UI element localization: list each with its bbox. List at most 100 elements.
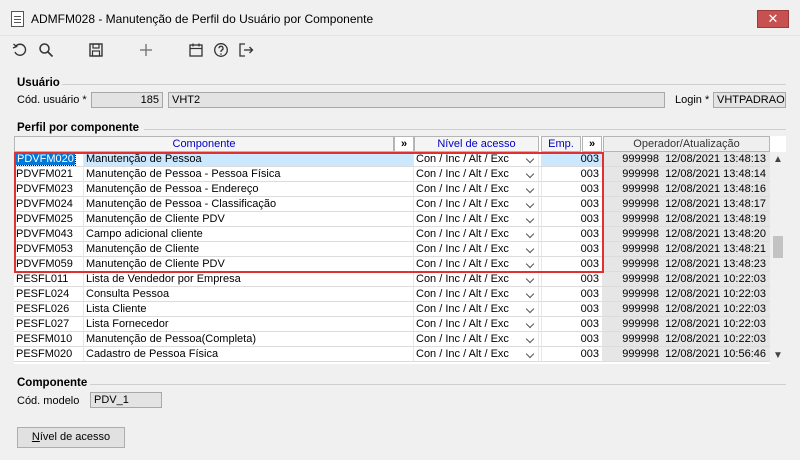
cell-component-code[interactable]: PDVFM023 xyxy=(14,182,84,197)
table-row[interactable]: PDVFM020 Manutenção de Pessoa Con / Inc / … xyxy=(14,152,770,167)
cell-empresa[interactable]: 003 xyxy=(541,272,603,287)
chevron-down-icon[interactable] xyxy=(525,184,535,194)
nivel-acesso-button[interactable]: Nível de acesso xyxy=(17,427,125,448)
search-icon[interactable] xyxy=(36,40,56,60)
table-row[interactable]: PDVFM023 Manutenção de Pessoa - Endereço C… xyxy=(14,182,770,197)
cell-empresa[interactable]: 003 xyxy=(541,152,603,167)
cell-nivel-acesso-select[interactable]: Con / Inc / Alt / Exc xyxy=(414,287,539,302)
table-row[interactable]: PESFM020 Cadastro de Pessoa Física Con / I… xyxy=(14,347,770,362)
chevron-down-icon[interactable] xyxy=(525,289,535,299)
table-row[interactable]: PDVFM024 Manutenção de Pessoa - Classific… xyxy=(14,197,770,212)
chevron-down-icon[interactable] xyxy=(525,244,535,254)
cell-component-name[interactable]: Cadastro de Pessoa Física xyxy=(84,347,414,362)
grid-scrollbar[interactable]: ▲ ▼ xyxy=(770,152,786,364)
cell-component-code[interactable]: PDVFM024 xyxy=(14,197,84,212)
model-code-field[interactable]: PDV_1 xyxy=(90,392,162,408)
cell-component-code[interactable]: PDVFM053 xyxy=(14,242,84,257)
cell-nivel-acesso-select[interactable]: Con / Inc / Alt / Exc xyxy=(414,182,539,197)
cell-empresa[interactable]: 003 xyxy=(541,212,603,227)
expand-columns-button[interactable]: » xyxy=(394,136,414,152)
cell-nivel-acesso-select[interactable]: Con / Inc / Alt / Exc xyxy=(414,272,539,287)
cell-empresa[interactable]: 003 xyxy=(541,242,603,257)
cell-component-code[interactable]: PESFL027 xyxy=(14,317,84,332)
cell-component-code[interactable]: PESFL024 xyxy=(14,287,84,302)
save-icon[interactable] xyxy=(86,40,106,60)
cell-component-name[interactable]: Manutenção de Cliente PDV xyxy=(84,212,414,227)
cell-component-name[interactable]: Manutenção de Cliente xyxy=(84,242,414,257)
cell-component-name[interactable]: Manutenção de Pessoa(Completa) xyxy=(84,332,414,347)
cell-nivel-acesso-select[interactable]: Con / Inc / Alt / Exc xyxy=(414,167,539,182)
close-button[interactable]: ✕ xyxy=(757,10,789,28)
cell-component-code[interactable]: PESFM010 xyxy=(14,332,84,347)
table-row[interactable]: PDVFM025 Manutenção de Cliente PDV Con / I… xyxy=(14,212,770,227)
header-nivel-acesso[interactable]: Nível de acesso xyxy=(414,136,539,152)
cell-empresa[interactable]: 003 xyxy=(541,227,603,242)
cell-component-code[interactable]: PESFL011 xyxy=(14,272,84,287)
chevron-down-icon[interactable] xyxy=(525,274,535,284)
cell-component-code[interactable]: PESFL026 xyxy=(14,302,84,317)
header-emp[interactable]: Emp. xyxy=(541,136,581,152)
table-row[interactable]: PESFL024 Consulta Pessoa Con / Inc / Alt /… xyxy=(14,287,770,302)
expand-emp-button[interactable]: » xyxy=(582,136,602,152)
cell-component-name[interactable]: Manutenção de Pessoa - Classificação xyxy=(84,197,414,212)
cell-component-code[interactable]: PDVFM025 xyxy=(14,212,84,227)
chevron-down-icon[interactable] xyxy=(525,259,535,269)
cell-empresa[interactable]: 003 xyxy=(541,332,603,347)
cell-component-name[interactable]: Campo adicional cliente xyxy=(84,227,414,242)
cell-component-name[interactable]: Manutenção de Cliente PDV xyxy=(84,257,414,272)
table-row[interactable]: PESFL026 Lista Cliente Con / Inc / Alt / E… xyxy=(14,302,770,317)
cell-nivel-acesso-select[interactable]: Con / Inc / Alt / Exc xyxy=(414,197,539,212)
scroll-up-arrow-icon[interactable]: ▲ xyxy=(770,152,786,168)
table-row[interactable]: PESFM010 Manutenção de Pessoa(Completa) Co… xyxy=(14,332,770,347)
cell-component-name[interactable]: Manutenção de Pessoa xyxy=(84,152,414,167)
chevron-down-icon[interactable] xyxy=(525,349,535,359)
cell-component-code[interactable]: PDVFM043 xyxy=(14,227,84,242)
cell-nivel-acesso-select[interactable]: Con / Inc / Alt / Exc xyxy=(414,212,539,227)
table-row[interactable]: PDVFM059 Manutenção de Cliente PDV Con / I… xyxy=(14,257,770,272)
cell-component-name[interactable]: Manutenção de Pessoa - Pessoa Física xyxy=(84,167,414,182)
cell-nivel-acesso-select[interactable]: Con / Inc / Alt / Exc xyxy=(414,317,539,332)
user-name-field[interactable]: VHT2 xyxy=(168,92,665,108)
scroll-thumb[interactable] xyxy=(773,236,783,258)
cell-component-name[interactable]: Lista Fornecedor xyxy=(84,317,414,332)
cell-empresa[interactable]: 003 xyxy=(541,167,603,182)
chevron-down-icon[interactable] xyxy=(525,214,535,224)
cell-component-name[interactable]: Lista Cliente xyxy=(84,302,414,317)
cell-nivel-acesso-select[interactable]: Con / Inc / Alt / Exc xyxy=(414,257,539,272)
cell-nivel-acesso-select[interactable]: Con / Inc / Alt / Exc xyxy=(414,227,539,242)
table-row[interactable]: PDVFM043 Campo adicional cliente Con / Inc… xyxy=(14,227,770,242)
user-code-field[interactable]: 185 xyxy=(91,92,163,108)
table-row[interactable]: PESFL011 Lista de Vendedor por Empresa Con… xyxy=(14,272,770,287)
cell-empresa[interactable]: 003 xyxy=(541,197,603,212)
chevron-down-icon[interactable] xyxy=(525,199,535,209)
cell-empresa[interactable]: 003 xyxy=(541,287,603,302)
header-componente[interactable]: Componente xyxy=(14,136,394,152)
table-row[interactable]: PDVFM053 Manutenção de Cliente Con / Inc /… xyxy=(14,242,770,257)
chevron-down-icon[interactable] xyxy=(525,334,535,344)
chevron-down-icon[interactable] xyxy=(525,169,535,179)
cell-component-name[interactable]: Lista de Vendedor por Empresa xyxy=(84,272,414,287)
chevron-down-icon[interactable] xyxy=(525,154,535,164)
calendar-icon[interactable] xyxy=(186,40,206,60)
cell-nivel-acesso-select[interactable]: Con / Inc / Alt / Exc xyxy=(414,242,539,257)
cell-nivel-acesso-select[interactable]: Con / Inc / Alt / Exc xyxy=(414,332,539,347)
cell-nivel-acesso-select[interactable]: Con / Inc / Alt / Exc xyxy=(414,347,539,362)
cell-empresa[interactable]: 003 xyxy=(541,317,603,332)
cell-empresa[interactable]: 003 xyxy=(541,347,603,362)
cell-nivel-acesso-select[interactable]: Con / Inc / Alt / Exc xyxy=(414,152,539,167)
login-field[interactable]: VHTPADRAO2 xyxy=(713,92,786,108)
cell-empresa[interactable]: 003 xyxy=(541,302,603,317)
cell-component-code[interactable]: PDVFM021 xyxy=(14,167,84,182)
table-row[interactable]: PDVFM021 Manutenção de Pessoa - Pessoa Fí… xyxy=(14,167,770,182)
chevron-down-icon[interactable] xyxy=(525,229,535,239)
cell-empresa[interactable]: 003 xyxy=(541,182,603,197)
scroll-down-arrow-icon[interactable]: ▼ xyxy=(770,348,786,364)
cell-component-code[interactable]: PDVFM020 xyxy=(14,152,84,167)
table-row[interactable]: PESFL027 Lista Fornecedor Con / Inc / Alt … xyxy=(14,317,770,332)
chevron-down-icon[interactable] xyxy=(525,319,535,329)
cell-empresa[interactable]: 003 xyxy=(541,257,603,272)
cell-component-code[interactable]: PESFM020 xyxy=(14,347,84,362)
add-icon[interactable] xyxy=(136,40,156,60)
cell-component-name[interactable]: Manutenção de Pessoa - Endereço xyxy=(84,182,414,197)
undo-icon[interactable] xyxy=(10,40,30,60)
